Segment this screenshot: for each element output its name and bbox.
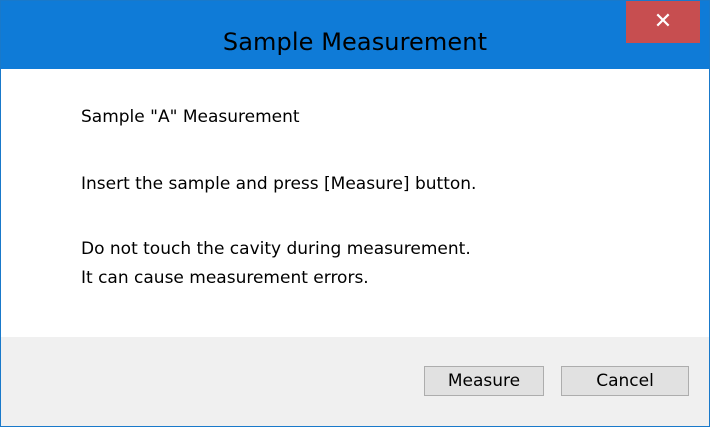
warning-line-1: Do not touch the cavity during measureme… [81,239,471,259]
sample-heading: Sample "A" Measurement [81,107,300,127]
cancel-button[interactable]: Cancel [561,366,689,396]
instruction-text: Insert the sample and press [Measure] bu… [81,174,477,194]
dialog-window: Sample Measurement ✕ Sample "A" Measurem… [0,0,710,427]
warning-line-2: It can cause measurement errors. [81,268,369,288]
measure-button[interactable]: Measure [424,366,544,396]
dialog-content: Sample "A" Measurement Insert the sample… [1,69,709,337]
close-button[interactable]: ✕ [626,1,700,43]
button-bar: Measure Cancel [1,337,709,426]
close-icon: ✕ [653,9,673,34]
